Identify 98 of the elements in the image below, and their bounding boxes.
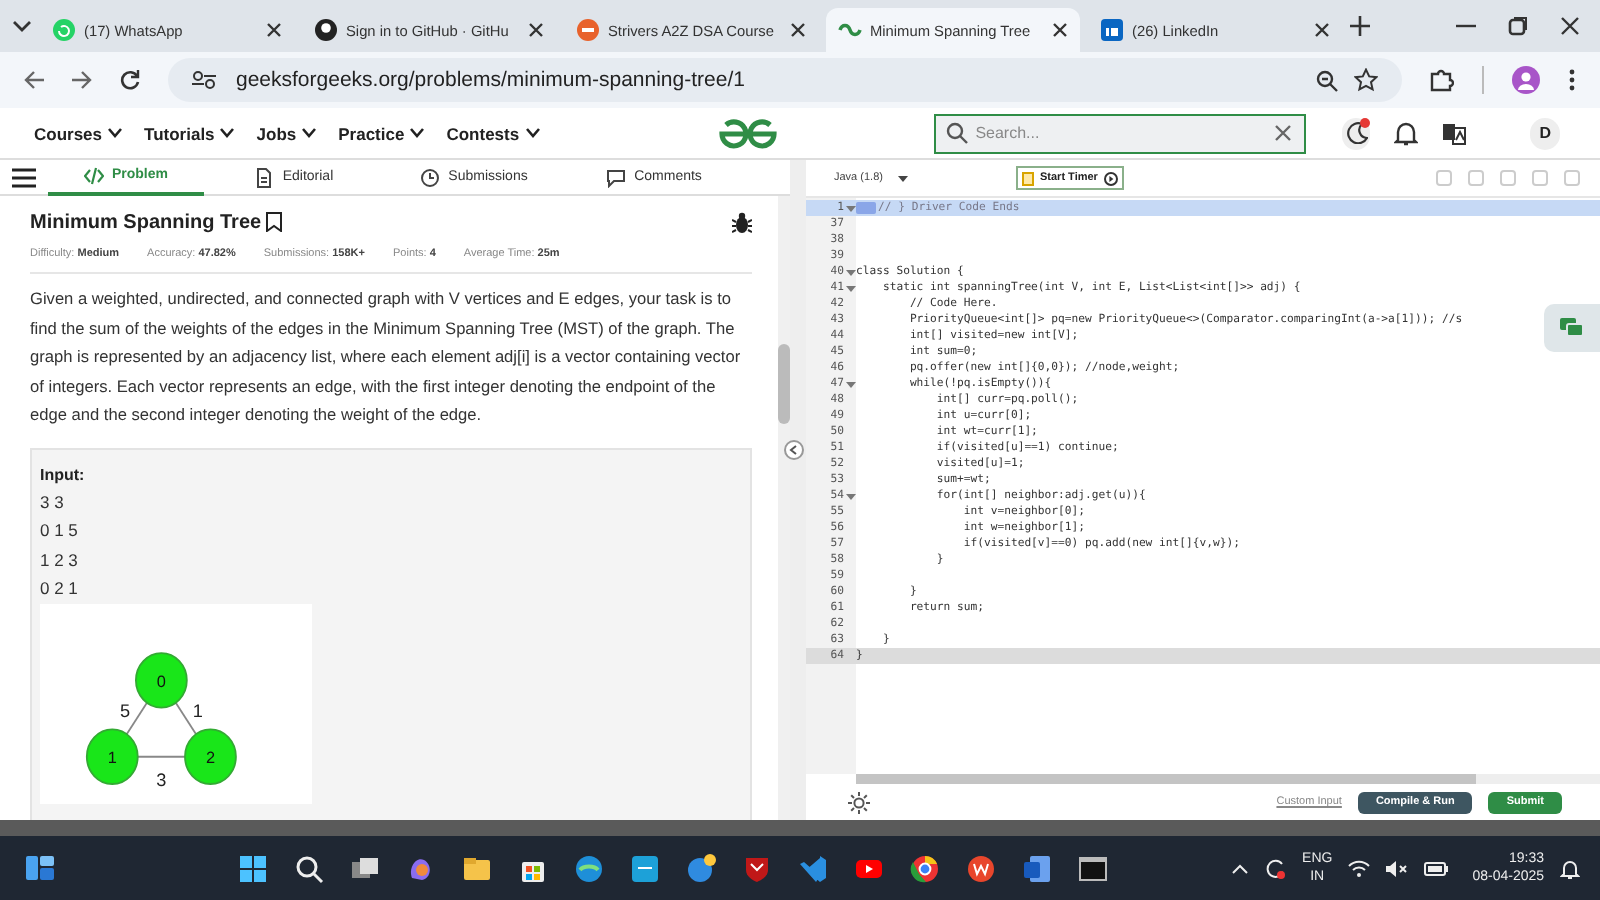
search-field[interactable]: Search... xyxy=(933,113,1306,153)
document-w-icon[interactable] xyxy=(1022,853,1053,883)
menu-icon[interactable] xyxy=(12,167,36,187)
nav-menu[interactable]: Practice xyxy=(338,123,425,143)
forward-icon[interactable] xyxy=(72,70,92,90)
logo-icon[interactable] xyxy=(717,117,778,149)
tab-list-icon[interactable] xyxy=(12,18,32,34)
site-settings-icon xyxy=(192,70,216,90)
chat-button[interactable] xyxy=(1544,304,1600,352)
code-editor-icon[interactable] xyxy=(798,853,829,883)
scrollbar-thumb[interactable] xyxy=(856,774,1476,784)
back-icon[interactable] xyxy=(24,70,44,90)
translate-icon[interactable] xyxy=(1442,121,1467,145)
battery-icon[interactable] xyxy=(1424,861,1449,875)
sun-icon[interactable] xyxy=(848,791,870,813)
speaker-muted-icon[interactable] xyxy=(1386,859,1409,877)
chevron-up-icon[interactable] xyxy=(1232,863,1249,873)
nav-menu[interactable]: Tutorials xyxy=(144,123,235,143)
shield-icon[interactable] xyxy=(742,853,773,883)
edge-weight: 5 xyxy=(119,699,131,720)
bell-icon[interactable] xyxy=(1394,120,1419,146)
nav-menu[interactable]: Courses xyxy=(34,123,123,143)
close-icon[interactable] xyxy=(266,22,282,38)
clock-icon xyxy=(420,167,441,187)
graph-edge xyxy=(125,699,149,736)
close-icon[interactable] xyxy=(1052,22,1068,38)
scrollbar-thumb[interactable] xyxy=(778,344,790,424)
dropdown-caret-icon xyxy=(898,175,909,181)
graph-node: 1 xyxy=(85,727,139,784)
sync-icon[interactable] xyxy=(1264,857,1287,879)
profile-icon[interactable] xyxy=(1512,66,1540,94)
start-icon[interactable] xyxy=(238,853,269,883)
more-icon[interactable] xyxy=(1568,68,1576,92)
puzzle-piece-icon[interactable] xyxy=(1430,68,1454,92)
restore-icon[interactable] xyxy=(1508,16,1528,36)
square-app-icon[interactable] xyxy=(630,853,661,883)
wave-circle-icon[interactable] xyxy=(574,853,605,883)
example-input-line: 0 1 5 xyxy=(40,518,80,544)
fold-arrow-icon[interactable] xyxy=(846,285,856,291)
nav-menu[interactable]: Contests xyxy=(446,123,540,143)
square-logo-icon xyxy=(1100,18,1124,42)
caret-icon xyxy=(302,128,317,138)
nav-menu[interactable]: Jobs xyxy=(256,123,317,143)
close-icon[interactable] xyxy=(1560,16,1580,36)
hourglass-icon xyxy=(1022,171,1034,185)
edge-weight: 1 xyxy=(192,699,203,720)
fold-arrow-icon[interactable] xyxy=(846,269,856,275)
dark-mode-button[interactable] xyxy=(1341,117,1371,149)
graph-edge xyxy=(174,699,198,736)
task-view-icon[interactable] xyxy=(350,853,381,883)
fold-arrow-icon[interactable] xyxy=(846,205,856,211)
caret-icon xyxy=(108,128,123,138)
search-icon xyxy=(945,122,968,144)
zoom-icon[interactable] xyxy=(1316,69,1338,91)
bookmark-icon[interactable] xyxy=(265,212,282,232)
close-icon[interactable] xyxy=(528,22,544,38)
caret-icon xyxy=(410,128,425,138)
graph-node: 0 xyxy=(135,651,188,708)
edge-weight: 3 xyxy=(156,768,167,789)
chat-bubble-icon xyxy=(52,18,76,42)
document-icon xyxy=(254,167,275,187)
reload-icon[interactable] xyxy=(120,70,140,90)
fold-arrow-icon[interactable] xyxy=(846,381,856,387)
circle-logo-icon xyxy=(576,18,600,42)
graph-edge xyxy=(136,754,186,757)
wifi-icon[interactable] xyxy=(1348,859,1371,877)
example-heading: Input: xyxy=(40,463,87,487)
notification-dot-icon xyxy=(1360,117,1371,127)
folder-icon[interactable] xyxy=(462,853,493,883)
speech-bubble-icon xyxy=(606,167,627,187)
code-icon xyxy=(83,165,104,185)
play-icon xyxy=(1103,171,1118,185)
bug-icon[interactable] xyxy=(732,211,752,233)
w-circle-icon[interactable] xyxy=(966,853,997,883)
clear-icon[interactable] xyxy=(1273,124,1292,142)
close-icon[interactable] xyxy=(790,22,806,38)
problem-description: Given a weighted, undirected, and connected graph with V vertices and E edges, your task is to find the sum of the weights of the edges in the Minimum Spanning Tree (MST) of the graph. The graph is represented by an adjacency list, where each element adj[i] is a vector containing vector of integers. Each vector represents an edge, with the first integer denoting the endpoint of the edge and the second integer denoting the weight of the edge. xyxy=(30,286,743,428)
graph-node: 2 xyxy=(184,727,237,784)
moon-icon xyxy=(1345,122,1368,144)
example-input-line: 3 3 xyxy=(40,489,66,515)
search-icon[interactable] xyxy=(294,853,325,883)
avatar[interactable]: D xyxy=(1530,117,1560,149)
chat-bubbles-icon xyxy=(1560,318,1584,338)
logo-icon xyxy=(838,18,862,42)
widgets-icon[interactable] xyxy=(26,856,54,880)
browser-icon[interactable] xyxy=(910,853,941,883)
caret-icon xyxy=(525,128,540,138)
example-input-line: 0 2 1 xyxy=(40,576,80,602)
close-icon[interactable] xyxy=(1314,22,1330,38)
new-tab-icon[interactable] xyxy=(1350,16,1370,36)
problem-title: Minimum Spanning Tree xyxy=(30,211,262,233)
fold-arrow-icon[interactable] xyxy=(846,493,856,499)
star-icon[interactable] xyxy=(1354,68,1378,92)
address-field[interactable]: geeksforgeeks.org/problems/minimum-spanning-tree/1 xyxy=(168,58,1402,102)
caret-icon xyxy=(220,128,235,138)
terminal-icon[interactable] xyxy=(1078,853,1109,883)
collapse-handle-icon[interactable] xyxy=(784,440,804,460)
example-input-line: 1 2 3 xyxy=(40,547,80,573)
